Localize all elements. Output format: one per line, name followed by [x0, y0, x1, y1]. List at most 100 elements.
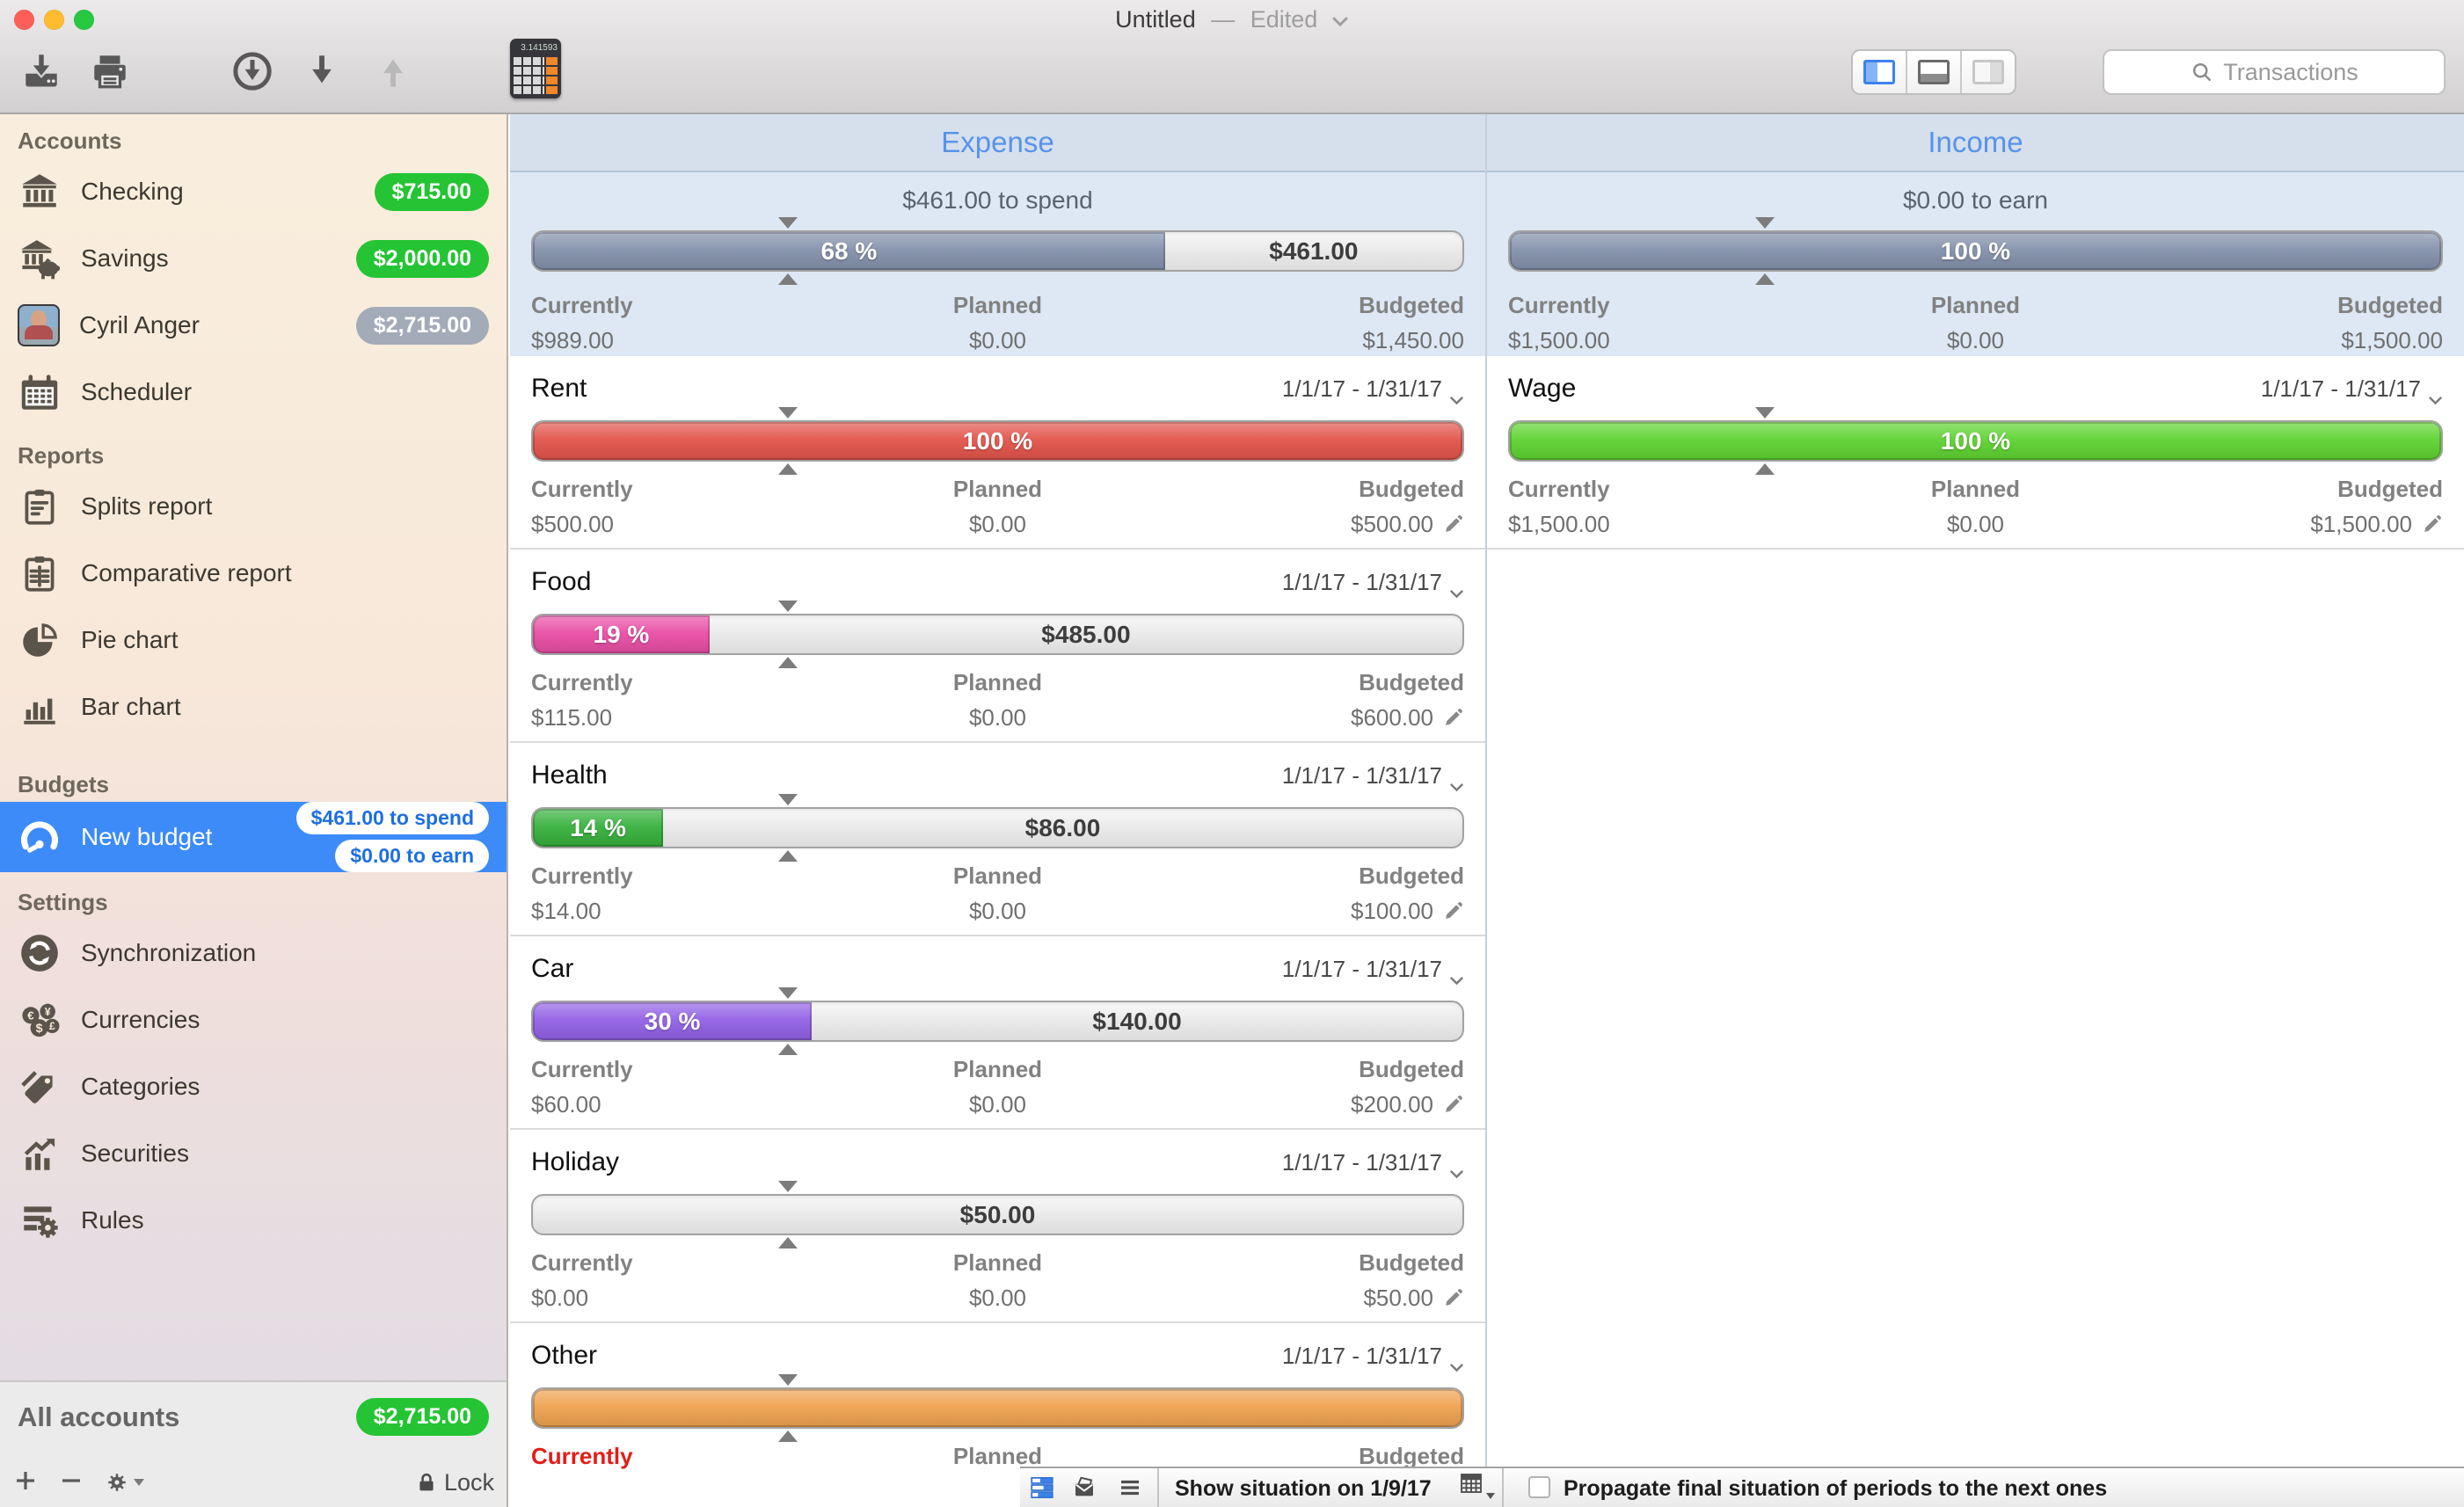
sidebar-item-label: Pie chart: [81, 626, 489, 654]
date-marker: [778, 217, 798, 229]
budgeted-label: Budgeted: [1153, 863, 1464, 890]
edit-budget-button[interactable]: [1442, 707, 1464, 729]
budget-columns: Expense$461.00 to spend68 %$461.00Curren…: [510, 114, 2464, 1507]
remove-button[interactable]: [58, 1467, 88, 1497]
edit-budget-button[interactable]: [1442, 900, 1464, 922]
edit-budget-button[interactable]: [2421, 513, 2443, 535]
section-header-budgets: Budgets: [0, 767, 507, 802]
sidebar-item-bar-chart[interactable]: Bar chart: [0, 673, 507, 740]
sidebar-item-categories[interactable]: Categories: [0, 1053, 507, 1120]
balance-badge: $715.00: [375, 173, 489, 211]
budgeted-cell: Budgeted$500.00: [1153, 476, 1464, 538]
sidebar-item-pie-chart[interactable]: Pie chart: [0, 607, 507, 673]
sidebar: AccountsChecking$715.00Savings$2,000.00C…: [0, 114, 508, 1507]
sidebar-item-checking[interactable]: Checking$715.00: [0, 158, 507, 225]
budget-row-head: Other1/1/17 - 1/31/17: [531, 1341, 1464, 1371]
envelope-icon[interactable]: [1071, 1474, 1097, 1501]
move-down-button[interactable]: [300, 49, 344, 95]
lock-button[interactable]: Lock: [414, 1469, 494, 1496]
sidebar-section-reports: Reports Splits report Comparative report Pi…: [0, 438, 507, 740]
sidebar-sections: AccountsChecking$715.00Savings$2,000.00C…: [0, 114, 507, 1382]
edited-status: Edited: [1250, 6, 1318, 33]
period-dropdown[interactable]: 1/1/17 - 1/31/17: [1282, 1149, 1464, 1176]
planned-value: $0.00: [842, 327, 1154, 354]
section-header-reports: Reports: [0, 438, 507, 473]
sidebar-item-label: Categories: [81, 1073, 489, 1101]
budgeted-label: Budgeted: [1153, 476, 1464, 503]
currently-label: Currently: [531, 669, 842, 696]
add-button[interactable]: [12, 1467, 42, 1497]
period-dropdown[interactable]: 1/1/17 - 1/31/17: [1282, 1343, 1464, 1370]
propagate-checkbox[interactable]: [1528, 1476, 1550, 1498]
chevron-down-icon[interactable]: [1331, 6, 1349, 18]
sidebar-item-comparative-report[interactable]: Comparative report: [0, 540, 507, 607]
sidebar-item-synchronization[interactable]: Synchronization: [0, 920, 507, 986]
budget-row-head: Rent1/1/17 - 1/31/17: [531, 374, 1464, 404]
lock-icon: [414, 1470, 439, 1495]
period-dropdown[interactable]: 1/1/17 - 1/31/17: [1282, 569, 1464, 596]
sidebar-section-settings: SettingsSynchronization€¥$£CurrenciesCat…: [0, 885, 507, 1254]
planned-cell: Planned$0.00: [842, 476, 1154, 538]
budget-row-health: Health1/1/17 - 1/31/1714 %$86.00Currentl…: [510, 743, 1485, 936]
sidebar-item-scheduler[interactable]: Scheduler: [0, 359, 507, 426]
sidebar-item-label: New budget: [81, 823, 296, 851]
calculator-app-icon[interactable]: 3.141593: [510, 39, 561, 98]
chevron-down-icon: [134, 1479, 144, 1486]
actions-menu-button[interactable]: [104, 1467, 144, 1497]
budget-pill: $461.00 to spend: [296, 802, 489, 834]
save-button[interactable]: [19, 49, 63, 95]
progress-bar-fill: [1510, 422, 2441, 460]
budgeted-value: $200.00: [1153, 1091, 1464, 1118]
all-accounts-label: All accounts: [18, 1401, 179, 1433]
chevron-down-icon: [1486, 1493, 1495, 1499]
print-button[interactable]: [88, 49, 132, 95]
currently-value: $1,500.00: [1508, 511, 1819, 538]
budget-bars-view-icon[interactable]: [1029, 1474, 1055, 1501]
chevron-down-icon: [2428, 384, 2443, 394]
sidebar-item-cyril-anger[interactable]: Cyril Anger$2,715.00: [0, 292, 507, 359]
budgeted-cell: Budgeted$100.00: [1153, 863, 1464, 925]
sidebar-controls: Lock: [12, 1463, 494, 1502]
edit-budget-button[interactable]: [1442, 1094, 1464, 1116]
sidebar-item-rules[interactable]: Rules: [0, 1187, 507, 1254]
budget-column-income: Income$0.00 to earn100 %Currently$1,500.…: [1487, 114, 2464, 1507]
sidebar-view-button[interactable]: [1853, 51, 1907, 93]
planned-label: Planned: [1819, 292, 2131, 319]
right-bar-view-button[interactable]: [1962, 51, 2015, 93]
hamburger-menu-icon[interactable]: [1117, 1474, 1143, 1501]
sidebar-item-new-budget[interactable]: New budget$461.00 to spend$0.00 to earn: [0, 802, 507, 872]
budgeted-cell: Budgeted$1,500.00: [2132, 476, 2443, 538]
move-up-button[interactable]: [371, 49, 415, 95]
calendar-picker-button[interactable]: [1458, 1474, 1484, 1501]
edit-budget-button[interactable]: [1442, 513, 1464, 535]
date-marker: [778, 794, 798, 805]
tags-icon: [18, 1065, 62, 1109]
all-accounts-row[interactable]: All accounts $2,715.00: [18, 1398, 489, 1436]
sidebar-item-splits-report[interactable]: Splits report: [0, 473, 507, 540]
bottom-bar-view-button[interactable]: [1907, 51, 1962, 93]
period-dropdown[interactable]: 1/1/17 - 1/31/17: [1282, 956, 1464, 983]
remainder-label: $50.00: [533, 1196, 1462, 1234]
sidebar-item-savings[interactable]: Savings$2,000.00: [0, 225, 507, 292]
budget-rows: Rent1/1/17 - 1/31/17100 %Currently$500.0…: [510, 356, 1485, 1507]
sidebar-item-securities[interactable]: Securities: [0, 1120, 507, 1187]
progress-bar-fill: [1510, 232, 2441, 270]
progress-bar: [531, 1387, 1464, 1429]
category-name: Holiday: [531, 1147, 619, 1177]
period-dropdown[interactable]: 1/1/17 - 1/31/17: [1282, 375, 1464, 403]
sidebar-item-label: Cyril Anger: [79, 311, 356, 339]
currently-cell: Currently$500.00: [531, 476, 842, 538]
currently-value: $115.00: [531, 704, 842, 732]
search-input[interactable]: Transactions: [2103, 49, 2446, 95]
date-marker: [1755, 407, 1775, 419]
edit-budget-button[interactable]: [1442, 1287, 1464, 1309]
period-dropdown[interactable]: 1/1/17 - 1/31/17: [2261, 375, 2443, 403]
period-dropdown[interactable]: 1/1/17 - 1/31/17: [1282, 762, 1464, 790]
sidebar-item-currencies[interactable]: €¥$£Currencies: [0, 986, 507, 1053]
budget-stats: Currently$500.00Planned$0.00Budgeted$500…: [531, 476, 1464, 538]
currently-cell: Currently$60.00: [531, 1056, 842, 1118]
progress-bar-fill: [533, 232, 1165, 270]
import-button[interactable]: [230, 49, 274, 95]
sidebar-item-label: Splits report: [81, 492, 489, 521]
budget-main: Expense$461.00 to spend68 %$461.00Curren…: [510, 114, 2464, 1507]
